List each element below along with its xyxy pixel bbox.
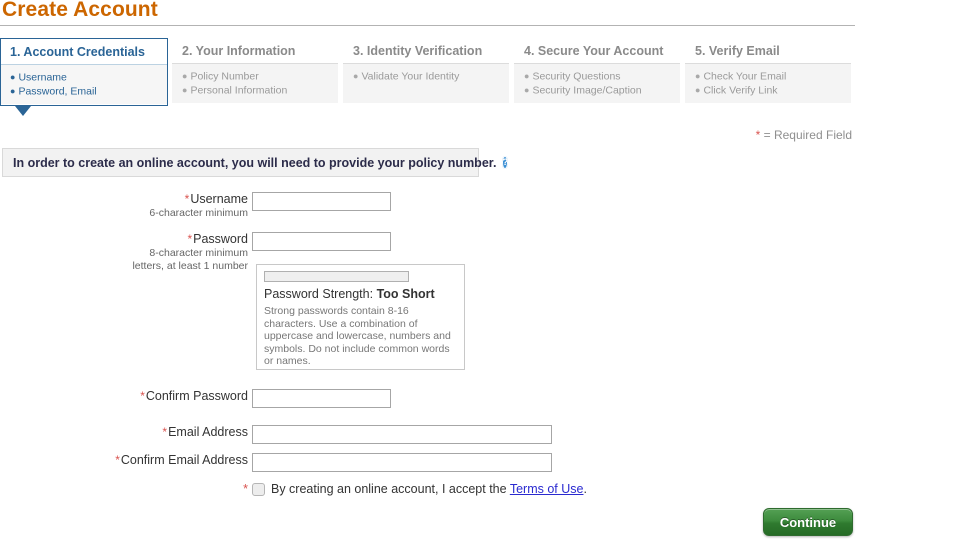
step-subitem: ● Click Verify Link [695,84,851,98]
required-asterisk: * [162,425,168,439]
username-hint: 6-character minimum [149,207,248,219]
step-subitem: ● Personal Information [182,84,338,98]
progress-steps: 1. Account Credentials ● Username ● Passwo… [0,38,852,108]
password-strength-status: Password Strength: Too Short [264,286,456,302]
bullet-icon: ● [182,71,188,81]
bullet-icon: ● [182,85,188,96]
info-banner-text: In order to create an online account, yo… [13,155,497,170]
title-divider [0,25,855,26]
bullet-icon: ● [353,71,359,81]
bullet-icon: ● [524,71,530,81]
step-subitem-label: Username [18,71,67,84]
required-asterisk: * [187,232,193,246]
confirm-password-label: *Confirm Password [0,389,248,404]
password-hint-line1: 8-character minimum [149,247,248,259]
step-subitem-label: Password, Email [18,85,97,98]
terms-of-use-link[interactable]: Terms of Use [510,482,584,496]
confirm-password-label-text: Confirm Password [145,389,248,403]
step-title: 4. Secure Your Account [524,44,664,58]
info-banner: In order to create an online account, yo… [2,148,509,177]
step-subitem-label: Policy Number [190,70,259,83]
terms-checkbox[interactable] [252,482,265,496]
step-title: 3. Identity Verification [353,44,483,58]
confirm-password-input[interactable] [252,389,391,408]
password-label-text: Password [193,232,248,246]
step-title: 1. Account Credentials [10,45,145,59]
step-body: ● Check Your Email ● Click Verify Link [685,63,851,103]
password-hint-line2: letters, at least 1 number [132,259,248,272]
username-label-col: *Username 6-character minimum [0,192,252,220]
terms-text: By creating an online account, I accept … [271,482,587,496]
required-field-label: = Required Field [763,128,852,142]
required-asterisk: * [115,453,120,467]
password-label-col: *Password 8-character minimum letters, a… [0,232,252,272]
step-subitem-label: Validate Your Identity [361,70,460,83]
step-subitem-label: Security Image/Caption [532,84,642,97]
step-subitem: ● Security Image/Caption [524,84,680,98]
step-title: 5. Verify Email [695,44,780,58]
step-subitem-label: Click Verify Link [703,84,778,97]
field-row-confirm-email: *Confirm Email Address [0,453,552,472]
step-body: ● Security Questions ● Security Image/Capt… [514,63,680,103]
bullet-icon: ● [10,72,16,82]
password-input[interactable] [252,232,391,251]
confirm-email-label-col: *Confirm Email Address [0,453,252,468]
step-body: ● Username ● Password, Email [1,64,167,104]
step-2-your-information[interactable]: 2. Your Information ● Policy Number ● Pers… [172,38,338,106]
field-row-username: *Username 6-character minimum [0,192,391,220]
bullet-icon: ● [10,86,16,97]
step-1-account-credentials[interactable]: 1. Account Credentials ● Username ● Passwo… [0,38,168,106]
password-label: *Password [0,232,248,247]
step-4-secure-your-account[interactable]: 4. Secure Your Account ● Security Questio… [514,38,680,106]
password-strength-level: Too Short [376,287,435,301]
password-strength-panel: Password Strength: Too Short Strong pass… [256,264,465,370]
active-step-arrow-icon [15,106,31,116]
bullet-icon: ● [524,85,530,96]
bullet-icon: ● [695,71,701,81]
step-subitem-label: Personal Information [190,84,288,97]
step-subitem: ● Username [10,71,167,85]
bullet-icon: ● [695,85,701,96]
email-label-text: Email Address [168,425,248,439]
confirm-password-label-col: *Confirm Password [0,389,252,404]
required-asterisk: * [755,128,761,142]
password-strength-description: Strong passwords contain 8-16 characters… [264,305,451,367]
step-body: ● Policy Number ● Personal Information [172,63,338,103]
confirm-email-input[interactable] [252,453,552,472]
step-subitem: ● Password, Email [10,85,167,99]
step-title: 2. Your Information [182,44,296,58]
username-input[interactable] [252,192,391,211]
confirm-email-label-text: Confirm Email Address [120,453,248,467]
step-subitem: ● Check Your Email [695,70,851,84]
required-asterisk: * [243,482,248,496]
username-label-text: Username [190,192,248,206]
password-strength-meter [264,271,409,282]
email-input[interactable] [252,425,552,444]
confirm-email-label: *Confirm Email Address [0,453,248,468]
step-5-verify-email[interactable]: 5. Verify Email ● Check Your Email ● Click… [685,38,851,106]
required-field-note: * = Required Field [756,128,852,142]
step-subitem: ● Validate Your Identity [353,70,509,84]
step-body: ● Validate Your Identity [343,63,509,103]
step-subitem-label: Security Questions [532,70,621,83]
required-asterisk: * [140,389,145,403]
terms-text-after: . [583,482,587,496]
page-title: Create Account [2,0,158,21]
terms-acceptance-row: * By creating an online account, I accep… [0,482,700,496]
step-subitem: ● Security Questions [524,70,680,84]
email-label: *Email Address [0,425,248,440]
help-question-icon[interactable]: ? [502,156,509,169]
step-3-identity-verification[interactable]: 3. Identity Verification ● Validate Your … [343,38,509,106]
username-label: *Username [0,192,248,207]
continue-button[interactable]: Continue [763,508,853,536]
step-subitem: ● Policy Number [182,70,338,84]
step-subitem-label: Check Your Email [703,70,787,83]
field-row-confirm-password: *Confirm Password [0,389,391,408]
email-label-col: *Email Address [0,425,252,440]
field-row-email: *Email Address [0,425,552,444]
required-asterisk: * [184,192,190,206]
password-strength-prefix: Password Strength: [264,287,374,301]
terms-text-before: By creating an online account, I accept … [271,482,507,496]
